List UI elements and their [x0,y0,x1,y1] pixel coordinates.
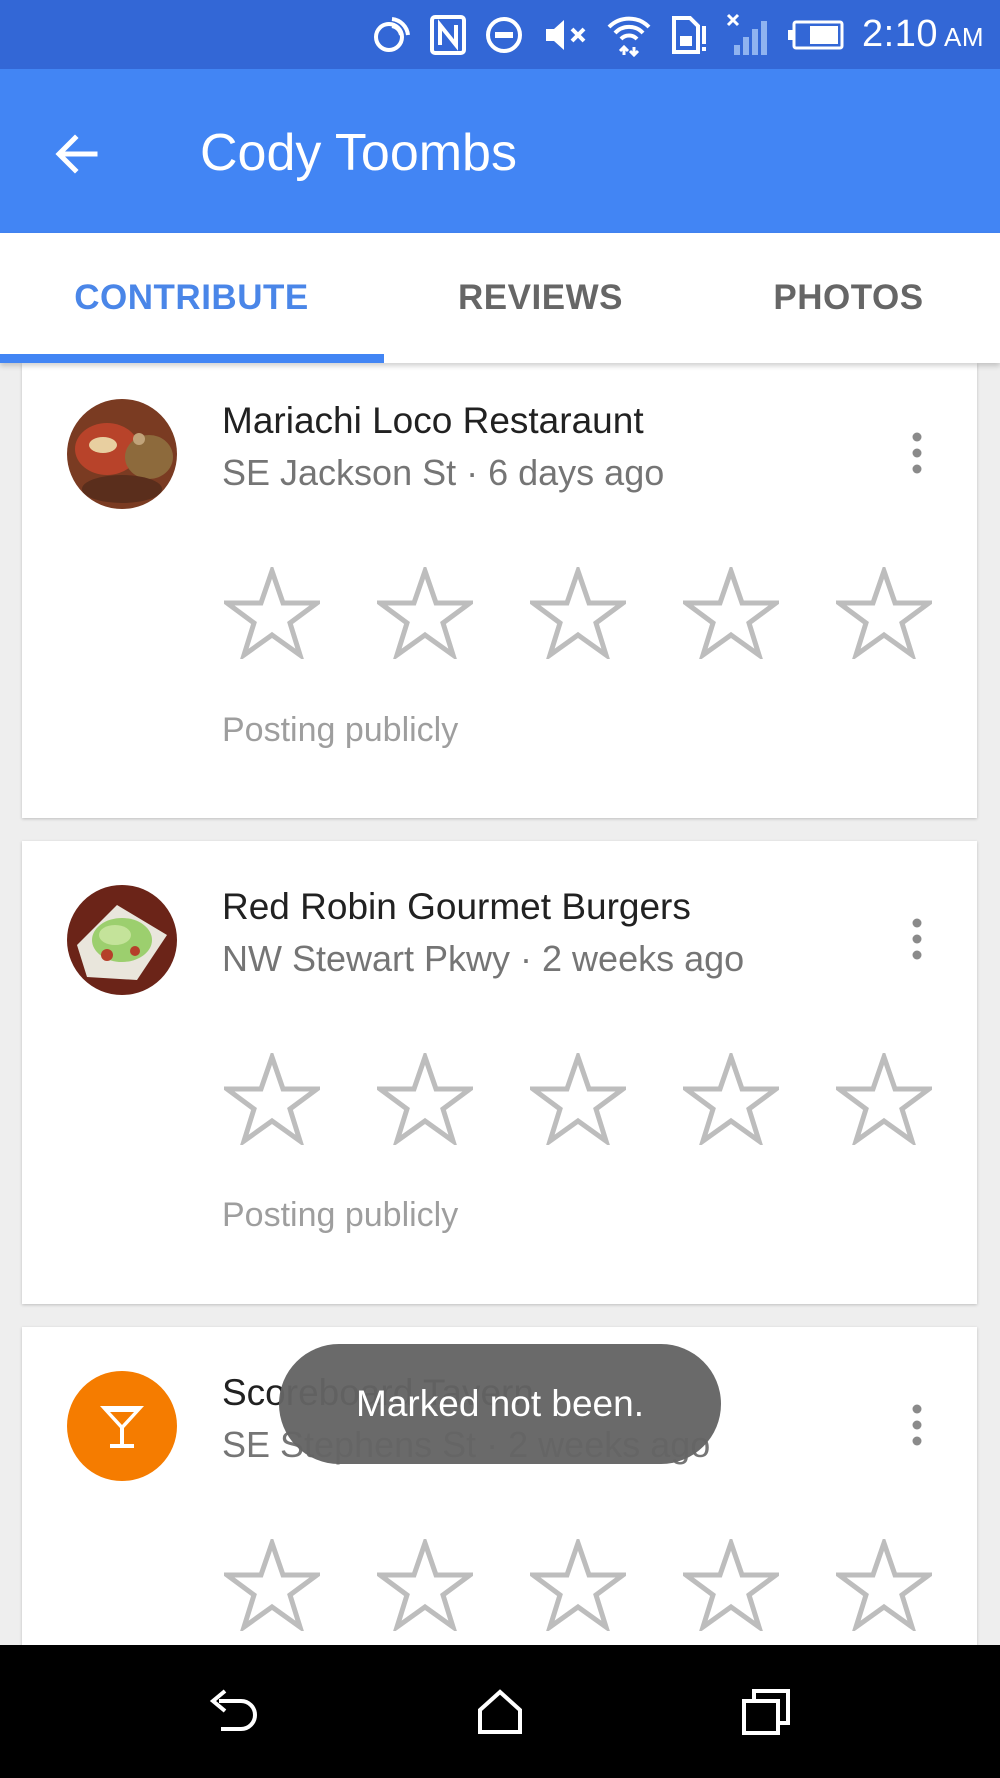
star-5[interactable] [834,1535,934,1635]
wifi-icon [606,13,652,57]
star-4[interactable] [681,563,781,663]
home-nav-icon [478,1689,522,1734]
star-1[interactable] [222,1049,322,1149]
star-outline-icon [683,567,779,659]
star-1[interactable] [222,563,322,663]
recents-nav-icon [742,1689,790,1735]
bar-cocktail-icon [100,1406,144,1448]
star-3[interactable] [528,1535,628,1635]
place-meta: SE Jackson St · 6 days ago [222,452,665,493]
star-outline-icon [224,567,320,659]
star-outline-icon [224,1539,320,1631]
star-outline-icon [683,1539,779,1631]
star-outline-icon [377,1539,473,1631]
star-outline-icon [377,567,473,659]
arrow-back-icon [55,134,98,174]
star-outline-icon [530,1053,626,1145]
star-2[interactable] [375,1049,475,1149]
star-rating [222,1049,962,1149]
posting-visibility: Posting publicly [222,1196,459,1234]
nfc-signal-icon [372,15,412,55]
volume-muted-icon [542,15,588,55]
status-time: 2:10 AM [862,13,984,55]
sim-alert-icon [670,14,708,56]
back-button[interactable] [40,117,114,191]
star-1[interactable] [222,1535,322,1635]
nfc-n-icon [430,14,467,55]
place-meta: NW Stewart Pkwy · 2 weeks ago [222,938,745,979]
cell-signal-none-icon [726,13,770,57]
nav-home-button[interactable] [455,1667,545,1757]
navigation-bar [0,1645,1000,1778]
tab-contribute[interactable]: CONTRIBUTE [25,233,358,363]
star-outline-icon [530,1539,626,1631]
place-card: Mariachi Loco Restaraunt SE Jackson St ·… [22,363,977,818]
page-title: Cody Toombs [200,124,517,182]
more-vert-icon [912,1404,922,1446]
star-2[interactable] [375,563,475,663]
more-vert-icon [912,918,922,960]
star-3[interactable] [528,1049,628,1149]
star-rating [222,1535,962,1635]
star-outline-icon [530,567,626,659]
star-3[interactable] [528,563,628,663]
star-outline-icon [836,567,932,659]
place-avatar[interactable] [67,399,177,509]
star-outline-icon [836,1053,932,1145]
star-4[interactable] [681,1535,781,1635]
toast-message: Marked not been. [279,1344,721,1464]
star-outline-icon [377,1053,473,1145]
tab-bar: CONTRIBUTE REVIEWS PHOTOS [0,233,1000,363]
more-options-button[interactable] [897,1404,937,1446]
star-outline-icon [683,1053,779,1145]
battery-icon [788,20,844,50]
star-5[interactable] [834,563,934,663]
more-vert-icon [912,432,922,474]
star-5[interactable] [834,1049,934,1149]
tab-reviews[interactable]: REVIEWS [374,233,707,363]
star-outline-icon [836,1539,932,1631]
place-name[interactable]: Mariachi Loco Restaraunt [222,397,644,445]
star-2[interactable] [375,1535,475,1635]
status-bar: 2:10 AM [0,0,1000,69]
nav-back-button[interactable] [188,1667,278,1757]
place-card: Red Robin Gourmet Burgers NW Stewart Pkw… [22,841,977,1304]
app-bar: Cody Toombs [0,69,1000,233]
do-not-disturb-icon [484,15,524,55]
star-outline-icon [224,1053,320,1145]
place-name[interactable]: Red Robin Gourmet Burgers [222,883,691,931]
star-rating [222,563,962,663]
tab-photos[interactable]: PHOTOS [682,233,1000,363]
status-icons: 2:10 AM [372,0,984,69]
nav-recents-button[interactable] [721,1667,811,1757]
place-avatar[interactable] [67,1371,177,1481]
more-options-button[interactable] [897,432,937,474]
tab-indicator [0,354,384,363]
more-options-button[interactable] [897,918,937,960]
posting-visibility: Posting publicly [222,711,459,749]
place-avatar[interactable] [67,885,177,995]
star-4[interactable] [681,1049,781,1149]
back-nav-icon [209,1689,257,1731]
